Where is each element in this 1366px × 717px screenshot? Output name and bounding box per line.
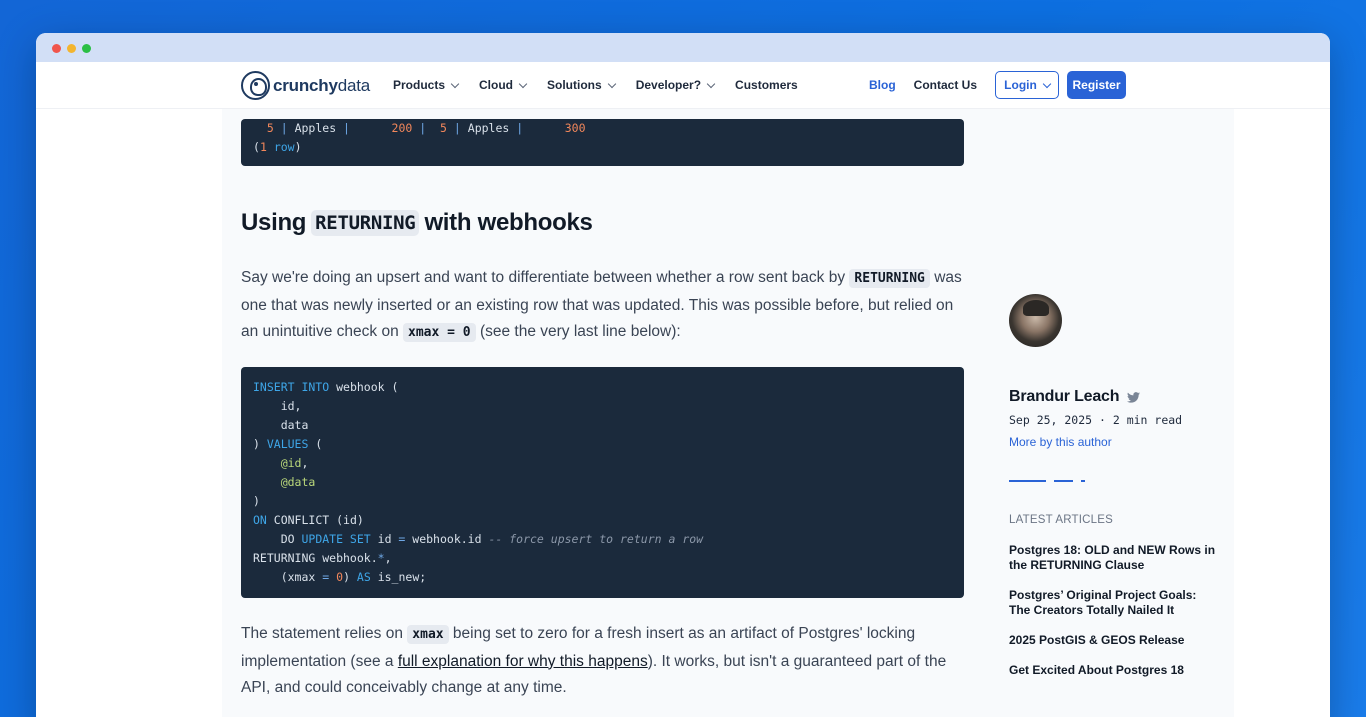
code-line: (1 row): [253, 140, 302, 154]
site-header: crunchydata Products Cloud Solutions Dev…: [36, 62, 1330, 109]
logo-wordmark: crunchydata: [273, 75, 371, 95]
code-line: ): [253, 494, 260, 508]
twitter-icon[interactable]: [1127, 391, 1141, 403]
nav-link-blog[interactable]: Blog: [869, 78, 896, 92]
more-by-author-link[interactable]: More by this author: [1009, 435, 1112, 449]
latest-article-link[interactable]: Get Excited About Postgres 18: [1009, 663, 1221, 678]
nav-item-solutions[interactable]: Solutions: [547, 78, 616, 92]
code-line: @data: [280, 475, 316, 489]
elephant-logo-icon: [241, 71, 270, 100]
inline-code: RETURNING: [849, 269, 930, 288]
progress-segment: [1081, 480, 1085, 482]
chevron-down-icon: [706, 79, 716, 88]
code-line: ) VALUES (: [253, 437, 323, 451]
code-line: ON CONFLICT (id): [253, 513, 364, 527]
progress-segment: [1009, 480, 1046, 482]
nav-link-contact[interactable]: Contact Us: [914, 78, 977, 92]
explanation-link[interactable]: full explanation for why this happens: [398, 653, 648, 670]
main-nav: Products Cloud Solutions Developer? Cust…: [393, 62, 819, 108]
author-name[interactable]: Brandur Leach: [1009, 388, 1141, 406]
post-meta: Sep 25, 2025 · 2 min read: [1009, 413, 1183, 427]
code-line: data: [253, 418, 309, 432]
latest-article-link[interactable]: Postgres’ Original Project Goals: The Cr…: [1009, 588, 1221, 618]
paragraph-intro: Say we're doing an upsert and want to di…: [241, 269, 962, 342]
latest-articles-heading: LATEST ARTICLES: [1009, 514, 1113, 526]
code-line: INSERT INTO webhook (: [253, 380, 399, 394]
chevron-down-icon: [518, 79, 528, 88]
code-line: 5 | Apples | 200 | 5 | Apples | 300: [253, 121, 586, 135]
paragraph-explanation: The statement relies on xmax being set t…: [241, 625, 947, 696]
chevron-down-icon: [1042, 79, 1052, 88]
nav-item-products[interactable]: Products: [393, 78, 460, 92]
close-window-icon[interactable]: [52, 44, 61, 53]
nav-item-cloud[interactable]: Cloud: [479, 78, 528, 92]
maximize-window-icon[interactable]: [82, 44, 91, 53]
nav-actions: Blog Contact Us Login Register: [869, 71, 1126, 99]
section-heading: Using RETURNING with webhooks: [241, 209, 593, 236]
progress-segment: [1054, 480, 1073, 482]
inline-code: xmax: [407, 625, 449, 644]
nav-item-developer[interactable]: Developer?: [636, 78, 716, 92]
minimize-window-icon[interactable]: [67, 44, 76, 53]
nav-item-customers[interactable]: Customers: [735, 78, 798, 92]
latest-article-link[interactable]: 2025 PostGIS & GEOS Release: [1009, 633, 1221, 648]
reading-progress: [1009, 480, 1093, 482]
code-block-result: 5 | Apples | 200 | 5 | Apples | 300 (1 r…: [241, 119, 964, 166]
code-block-sql: INSERT INTO webhook ( id, data ) VALUES …: [241, 367, 964, 598]
latest-article-link[interactable]: Postgres 18: OLD and NEW Rows in the RET…: [1009, 543, 1221, 573]
inline-code: xmax = 0: [403, 323, 476, 342]
code-line: @id,: [280, 456, 309, 470]
window-titlebar: [36, 33, 1330, 62]
code-line: id,: [253, 399, 302, 413]
code-line: DO UPDATE SET id = webhook.id -- force u…: [253, 532, 704, 546]
login-button[interactable]: Login: [995, 71, 1059, 99]
chevron-down-icon: [450, 79, 460, 88]
code-line: RETURNING webhook.*,: [253, 551, 392, 565]
heading-code: RETURNING: [311, 210, 420, 236]
author-avatar[interactable]: [1009, 294, 1062, 347]
code-line: (xmax = 0) AS is_new;: [253, 570, 427, 584]
chevron-down-icon: [607, 79, 616, 88]
register-button[interactable]: Register: [1067, 71, 1126, 99]
site-logo[interactable]: crunchydata: [241, 71, 370, 100]
browser-window: crunchydata Products Cloud Solutions Dev…: [36, 33, 1330, 717]
